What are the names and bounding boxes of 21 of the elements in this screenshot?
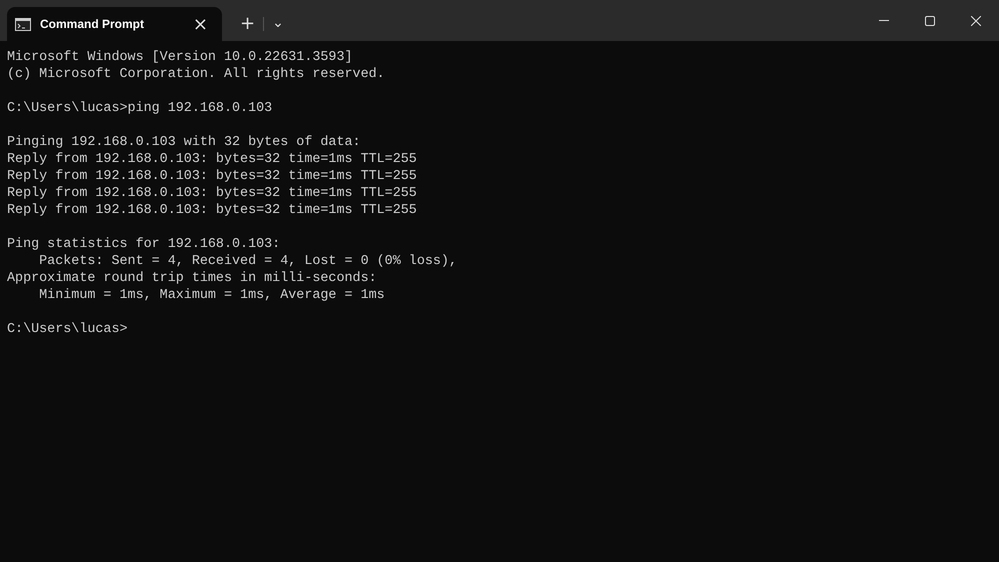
dropdown-button[interactable]: ⌄ — [268, 15, 288, 31]
console-line: Microsoft Windows [Version 10.0.22631.3593] — [7, 49, 354, 66]
close-tab-button[interactable]: × — [186, 14, 214, 34]
console-line: Minimum = 1ms, Maximum = 1ms, Average = 1ms — [38, 287, 386, 304]
console-line: Reply from 192.168.0.103: bytes=32 time=1ms TTL=255 — [7, 202, 418, 219]
console-line: C:\Users\lucas>ping 192.168.0.103 — [7, 100, 274, 117]
terminal-icon — [15, 18, 31, 30]
tab[interactable]: Command Prompt × — [7, 7, 222, 41]
console-line: Reply from 192.168.0.103: bytes=32 time=1ms TTL=255 — [7, 168, 418, 185]
console-line: Packets: Sent = 4, Received = 4, Lost = 0 (0% loss), — [38, 253, 458, 270]
maximize-icon[interactable] — [925, 16, 935, 26]
close-icon[interactable] — [971, 16, 981, 26]
console-line: C:\Users\lucas> — [7, 321, 129, 338]
console-line: Ping statistics for 192.168.0.103: — [7, 236, 282, 253]
console-line: Reply from 192.168.0.103: bytes=32 time=1ms TTL=255 — [7, 151, 418, 168]
console-line: Approximate round trip times in milli-seconds: — [7, 270, 378, 287]
tab-title: Command Prompt — [40, 17, 146, 31]
new-tab-button[interactable]: + — [236, 13, 260, 34]
console-line: (c) Microsoft Corporation. All rights reserved. — [7, 66, 386, 83]
console-line: Reply from 192.168.0.103: bytes=32 time=1ms TTL=255 — [7, 185, 418, 202]
console-line: Pinging 192.168.0.103 with 32 bytes of data: — [7, 134, 362, 151]
